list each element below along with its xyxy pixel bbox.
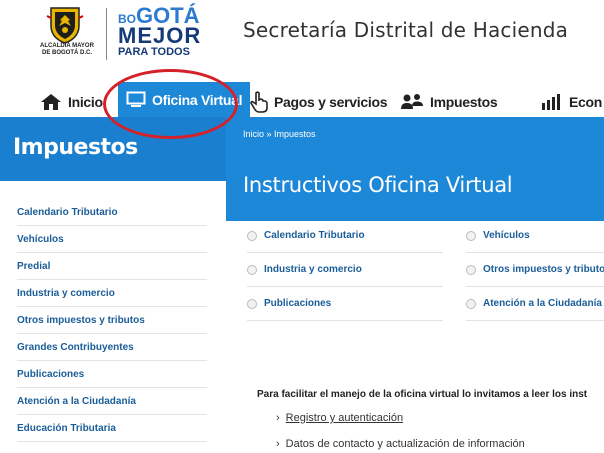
header-divider (106, 8, 107, 60)
radio-icon[interactable] (247, 298, 257, 309)
link-registro-autenticacion[interactable]: › Registro y autenticación (276, 412, 403, 424)
sidebar-item-vehiculos[interactable]: Vehículos (17, 226, 207, 253)
bogota-shield-icon (46, 7, 84, 44)
sidebar-title: Impuestos (13, 135, 138, 160)
option-atencion-ciudadania[interactable]: Atención a la Ciudadanía (466, 287, 604, 321)
option-otros-impuestos[interactable]: Otros impuestos y tributos (466, 253, 604, 287)
sidebar-item-calendario-tributario[interactable]: Calendario Tributario (17, 199, 207, 226)
option-calendario-tributario[interactable]: Calendario Tributario (247, 219, 443, 253)
sidebar-item-publicaciones[interactable]: Publicaciones (17, 361, 207, 388)
chevron-right-icon: › (276, 412, 280, 424)
nav-item-pagos-y-servicios[interactable]: Pagos y servicios (250, 86, 388, 117)
site-title: Secretaría Distrital de Hacienda (243, 18, 569, 42)
nav-item-label: Pagos y servicios (274, 93, 388, 110)
nav-item-oficina-virtual[interactable]: Oficina Virtual (118, 82, 251, 117)
home-icon (41, 93, 61, 110)
alcaldia-label: ALCALDÍA MAYOR DE BOGOTÁ D.C. (40, 43, 94, 56)
option-industria-y-comercio[interactable]: Industria y comercio (247, 253, 443, 287)
intro-text: Para facilitar el manejo de la oficina v… (257, 389, 588, 400)
bogota-mejor-logo[interactable]: BOGOTÁ MEJOR PARA TODOS (118, 5, 201, 59)
nav-item-economia[interactable]: Econ (541, 86, 602, 117)
sidebar-item-otros-impuestos[interactable]: Otros impuestos y tributos (17, 307, 207, 334)
sidebar-item-industria-y-comercio[interactable]: Industria y comercio (17, 280, 207, 307)
nav-item-label: Impuestos (430, 93, 498, 110)
site-header: ALCALDÍA MAYOR DE BOGOTÁ D.C. BOGOTÁ MEJ… (0, 0, 604, 80)
radio-icon[interactable] (466, 230, 476, 241)
nav-item-label: Oficina Virtual (152, 91, 243, 108)
radio-icon[interactable] (247, 264, 257, 275)
nav-item-inicio[interactable]: Inicio (40, 86, 103, 117)
nav-item-label: Econ (569, 93, 603, 110)
people-icon (401, 93, 423, 109)
hand-pointer-icon (250, 90, 268, 113)
option-vehiculos[interactable]: Vehículos (466, 219, 604, 253)
breadcrumb[interactable]: Inicio » Impuestos (243, 129, 316, 139)
option-publicaciones[interactable]: Publicaciones (247, 287, 443, 321)
main-nav: Inicio Oficina Virtual Pagos y servicios… (0, 80, 604, 117)
sidebar-item-grandes-contribuyentes[interactable]: Grandes Contribuyentes (17, 334, 207, 361)
radio-icon[interactable] (466, 264, 476, 275)
monitor-icon (126, 91, 146, 107)
sidebar-item-educacion-tributaria[interactable]: Educación Tributaria (17, 415, 207, 442)
radio-icon[interactable] (247, 230, 257, 241)
nav-item-label: Inicio (68, 93, 103, 110)
bar-chart-icon (542, 93, 560, 110)
sidebar-item-atencion-ciudadania[interactable]: Atención a la Ciudadanía (17, 388, 207, 415)
page-title: Instructivos Oficina Virtual (243, 173, 513, 197)
nav-item-impuestos[interactable]: Impuestos (400, 86, 498, 117)
sidebar-item-predial[interactable]: Predial (17, 253, 207, 280)
chevron-right-icon: › (276, 438, 280, 450)
link-datos-contacto[interactable]: › Datos de contacto y actualización de i… (276, 438, 525, 450)
radio-icon[interactable] (466, 298, 476, 309)
